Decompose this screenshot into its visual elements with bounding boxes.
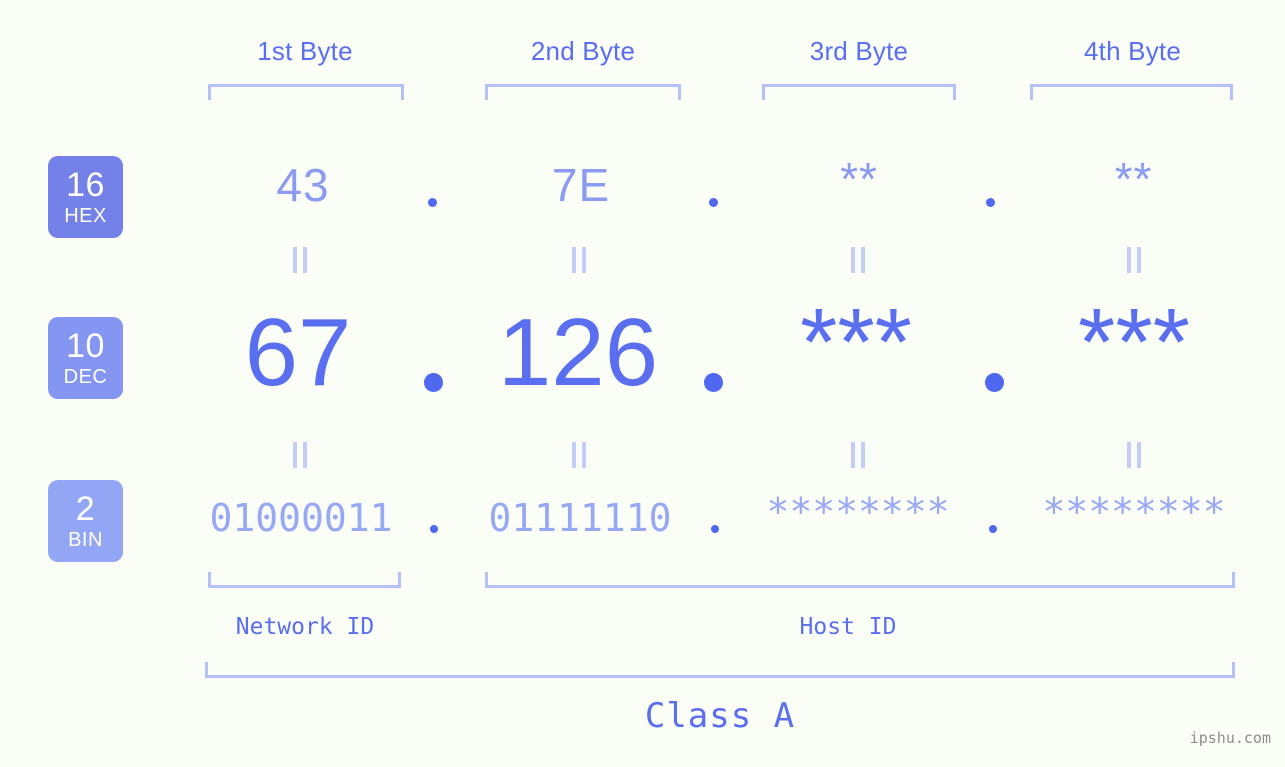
equals-mark-dec-bin-1	[292, 442, 309, 468]
hex-dot-separator-2	[709, 198, 718, 207]
base-badge-bin-abbr: BIN	[68, 529, 103, 551]
hex-value-byte-3: **	[840, 153, 878, 205]
hex-value-byte-4: **	[1114, 153, 1153, 205]
byte-bracket-top-3	[762, 84, 956, 100]
equals-mark-hex-dec-2	[571, 247, 588, 273]
bin-dot-separator-1	[430, 525, 438, 533]
base-badge-hex-number: 16	[66, 166, 105, 204]
base-badge-dec: 10 DEC	[48, 317, 123, 399]
hex-dot-separator-1	[428, 198, 437, 207]
bin-dot-separator-3	[989, 525, 997, 533]
equals-mark-dec-bin-2	[571, 442, 588, 468]
network-id-bracket	[208, 572, 401, 588]
dec-value-byte-1: 67	[244, 299, 352, 406]
byte-header-2: 2nd Byte	[530, 36, 636, 66]
equals-mark-hex-dec-3	[850, 247, 867, 273]
bin-value-byte-2: 01111110	[488, 496, 672, 540]
bin-value-byte-4: ********	[1042, 490, 1226, 534]
byte-header-1: 1st Byte	[257, 36, 353, 66]
hex-value-byte-2: 7E	[551, 159, 611, 211]
host-id-bracket	[485, 572, 1235, 588]
base-badge-dec-number: 10	[66, 327, 105, 365]
class-bracket	[205, 662, 1235, 678]
base-badge-hex: 16 HEX	[48, 156, 123, 238]
dec-value-byte-3: ***	[799, 289, 913, 396]
dec-dot-separator-2	[704, 373, 723, 392]
base-badge-bin: 2 BIN	[48, 480, 123, 562]
dec-dot-separator-1	[424, 373, 443, 392]
equals-mark-dec-bin-3	[850, 442, 867, 468]
site-watermark: ipshu.com	[1189, 729, 1271, 747]
class-label: Class A	[644, 696, 796, 736]
hex-value-byte-1: 43	[276, 159, 330, 211]
dec-value-byte-4: ***	[1077, 289, 1191, 396]
base-badge-hex-abbr: HEX	[64, 205, 107, 227]
equals-mark-dec-bin-4	[1126, 442, 1143, 468]
dec-value-byte-2: 126	[497, 299, 659, 406]
dec-dot-separator-3	[985, 373, 1004, 392]
ip-structure-diagram: 1st Byte 2nd Byte 3rd Byte 4th Byte 16 H…	[0, 0, 1285, 767]
bin-value-byte-3: ********	[766, 490, 950, 534]
hex-dot-separator-3	[986, 198, 995, 207]
byte-header-3: 3rd Byte	[809, 36, 909, 66]
base-badge-bin-number: 2	[75, 490, 96, 528]
bin-value-byte-1: 01000011	[209, 496, 393, 540]
byte-header-4: 4th Byte	[1084, 36, 1181, 66]
network-id-label: Network ID	[235, 614, 375, 640]
bin-dot-separator-2	[711, 525, 719, 533]
byte-bracket-top-4	[1030, 84, 1233, 100]
equals-mark-hex-dec-1	[292, 247, 309, 273]
byte-bracket-top-1	[208, 84, 404, 100]
byte-bracket-top-2	[485, 84, 681, 100]
equals-mark-hex-dec-4	[1126, 247, 1143, 273]
base-badge-dec-abbr: DEC	[63, 366, 108, 388]
host-id-label: Host ID	[799, 614, 897, 640]
